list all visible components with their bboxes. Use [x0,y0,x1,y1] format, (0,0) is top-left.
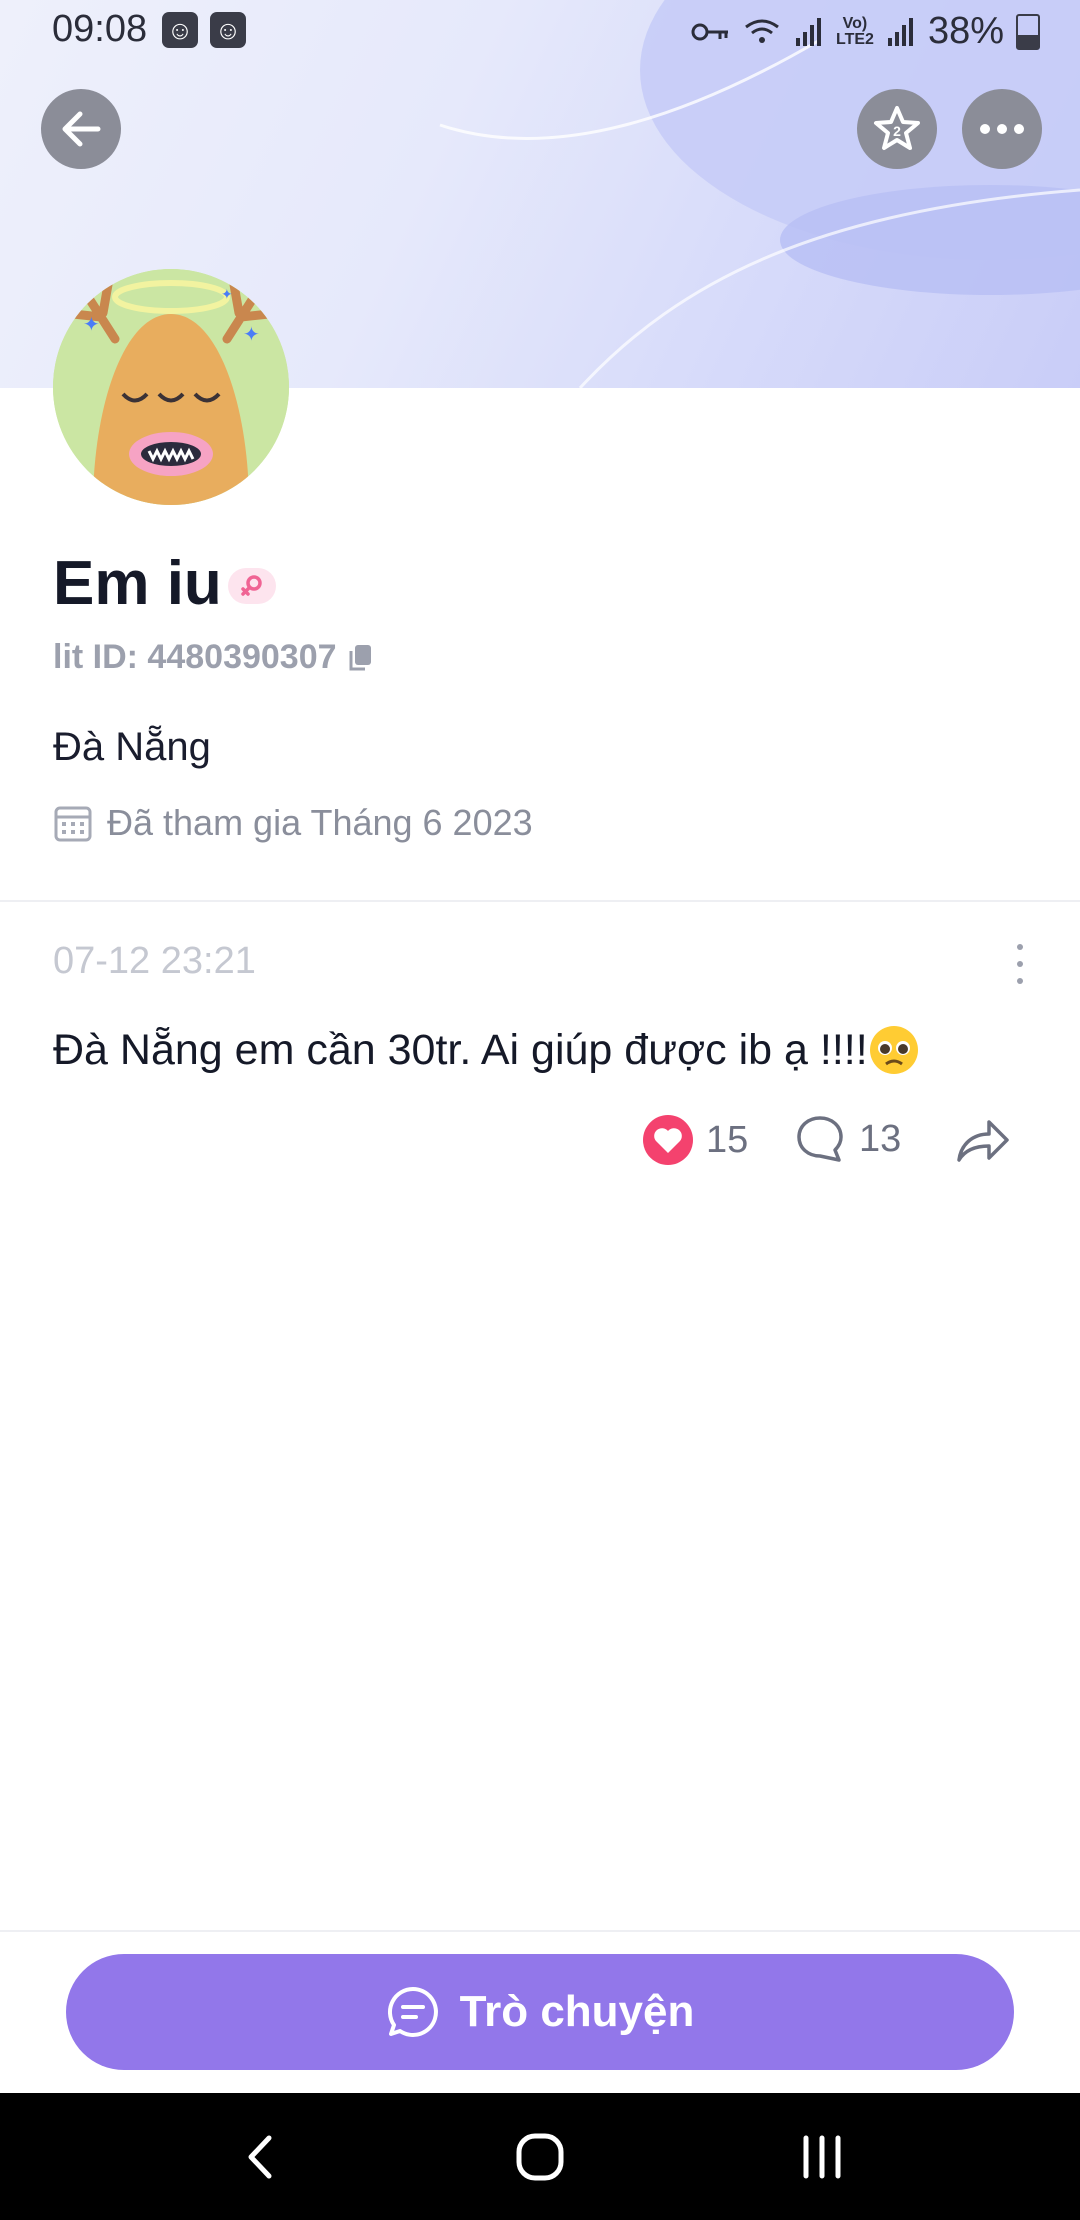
status-indicators: Vo) LTE2 38% [690,10,1040,53]
avatar[interactable]: ✦ ✦ ✦ [53,269,289,505]
status-time: 09:08 [52,8,148,50]
copy-icon[interactable] [347,643,375,673]
profile-name: Em iu [53,549,222,618]
notification-icons: ☺ ☺ [162,12,246,48]
nav-back-button[interactable] [210,2093,310,2220]
post-text: Đà Nẵng em cần 30tr. Ai giúp được ib ạ !… [53,1026,868,1074]
female-icon [241,575,262,596]
signal-icon [887,17,913,46]
comment-count: 13 [859,1117,902,1160]
join-date-text: Đã tham gia Tháng 6 2023 [107,802,533,843]
svg-text:✦: ✦ [243,324,260,346]
like-button[interactable]: 15 [642,1114,748,1166]
gender-badge [228,568,276,604]
chevron-left-icon [248,2135,272,2178]
section-divider [0,900,1080,902]
svg-text:✦: ✦ [221,286,233,302]
heart-icon [643,1115,693,1165]
star-icon: 2 [874,106,920,150]
back-button[interactable] [41,89,121,169]
share-arrow-icon [957,1120,1009,1162]
dot-icon [1017,978,1023,984]
monster-avatar-icon: ✦ ✦ ✦ [53,269,289,505]
dot-icon [1017,944,1023,950]
share-button[interactable] [955,1116,1011,1169]
chat-bubble-icon [387,1986,438,2037]
post-timestamp: 07-12 23:21 [53,940,256,982]
vpn-key-icon [691,23,728,40]
ellipsis-icon [980,124,1024,134]
volte-icon: Vo) LTE2 [836,14,874,48]
arrow-left-icon [62,111,101,147]
lit-id-text: lit ID: 4480390307 [53,638,337,676]
join-date: Đã tham gia Tháng 6 2023 [53,802,533,844]
like-count: 15 [706,1118,749,1161]
signal-icon [796,17,821,46]
more-options-button[interactable] [962,89,1042,169]
calendar-icon [54,806,92,842]
chat-button[interactable]: Trò chuyện [66,1954,1014,2070]
app-notification-icon: ☺ [162,12,198,48]
battery-percent: 38% [927,10,1004,52]
post-menu-button[interactable] [1010,944,1030,984]
favorite-button[interactable]: 2 [857,89,937,169]
recents-icon [803,2135,841,2178]
comment-button[interactable]: 13 [795,1114,901,1164]
lit-id: lit ID: 4480390307 [53,638,375,677]
nav-recents-button[interactable] [772,2093,872,2220]
chat-button-label: Trò chuyện [459,1987,695,2036]
nav-home-button[interactable] [490,2093,590,2220]
pleading-face-emoji-icon [869,1026,918,1074]
bottom-divider [0,1930,1080,1932]
app-notification-icon: ☺ [210,12,246,48]
wifi-icon [745,19,779,43]
profile-location: Đà Nẵng [53,725,211,769]
post-content[interactable]: Đà Nẵng em cần 30tr. Ai giúp được ib ạ !… [53,1024,920,1076]
dot-icon [1017,961,1023,967]
comment-icon [797,1116,843,1162]
svg-text:✦: ✦ [83,314,100,336]
battery-icon [1016,13,1040,50]
svg-text:2: 2 [893,123,901,139]
home-icon [516,2133,564,2180]
